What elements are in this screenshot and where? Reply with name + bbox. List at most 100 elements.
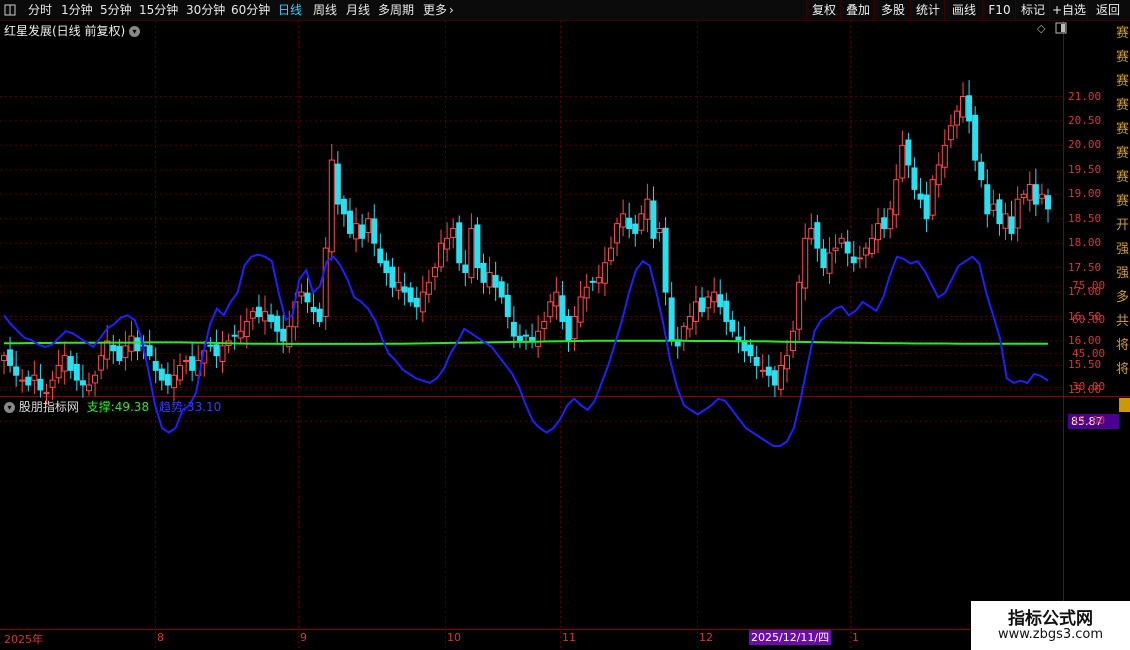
candle-body <box>85 384 92 392</box>
indicator-dropdown-icon[interactable]: ▾ <box>4 402 15 413</box>
trend-label: 趋势: <box>158 400 187 414</box>
price-tick: 18.00 <box>1068 236 1102 250</box>
chart-canvas[interactable] <box>0 21 1130 650</box>
candle-body <box>705 296 712 309</box>
candle-body <box>231 334 238 337</box>
date-tick: 8 <box>157 631 164 644</box>
candle-body <box>826 252 833 274</box>
candle-body <box>365 218 372 233</box>
period-tab-9[interactable]: 多周期 <box>378 0 414 20</box>
period-tab-0[interactable]: 分时 <box>28 0 52 20</box>
period-tab-10[interactable]: 更多 <box>423 0 447 20</box>
candle-body <box>832 247 839 252</box>
period-tab-7[interactable]: 周线 <box>313 0 337 20</box>
menu-item-1[interactable]: 叠加 <box>840 0 875 20</box>
candle-body <box>686 316 693 330</box>
candle-body <box>808 228 815 240</box>
candle-body <box>935 164 942 186</box>
candle-body <box>510 321 517 337</box>
candle-body <box>911 167 918 190</box>
candle-body <box>1002 213 1009 229</box>
cursor-date-label: 2025/12/11/四 <box>749 630 832 645</box>
window-icon[interactable] <box>4 0 16 20</box>
menu-item-3[interactable]: 统计 <box>910 0 945 20</box>
candle-body <box>887 208 894 230</box>
candle-body <box>98 355 105 371</box>
menu-item-8[interactable]: 返回 <box>1087 0 1128 20</box>
candle-body <box>170 374 177 389</box>
period-tab-2[interactable]: 5分钟 <box>100 0 132 20</box>
candle-body <box>875 223 882 241</box>
more-chevron-icon: › <box>449 3 454 17</box>
menu-item-6[interactable]: 标记 <box>1015 0 1050 20</box>
candle-body <box>122 345 129 358</box>
candle-body <box>614 223 621 244</box>
trend-line <box>3 253 1049 447</box>
price-tick: 20.50 <box>1068 113 1102 127</box>
candle-body <box>984 184 991 215</box>
candle-body <box>990 203 997 211</box>
diamond-icon[interactable]: ◇ <box>1037 22 1045 35</box>
candle-body <box>450 228 457 239</box>
candle-body <box>972 114 979 161</box>
candle-body <box>340 198 347 215</box>
candle-body <box>996 199 1003 225</box>
candle-body <box>966 95 973 122</box>
candle-body <box>1020 193 1027 199</box>
date-tick: 10 <box>447 631 461 644</box>
period-tab-5[interactable]: 60分钟 <box>231 0 270 20</box>
candle-body <box>571 316 578 340</box>
panel-expand-icon[interactable] <box>1055 22 1067 37</box>
side-stock-list[interactable]: 赛赛赛赛赛赛赛赛开强强多共将将 <box>1116 22 1130 394</box>
candle-body <box>146 345 153 357</box>
candle-body <box>268 314 275 322</box>
candle-body <box>723 300 730 322</box>
candle-body <box>765 366 772 376</box>
indicator-name: 股朋指标网 <box>18 400 79 414</box>
candle-body <box>304 292 311 303</box>
candle-body <box>61 355 68 372</box>
candle-body <box>213 344 220 357</box>
title-dropdown-icon[interactable]: ▾ <box>129 26 141 37</box>
period-tab-1[interactable]: 1分钟 <box>61 0 93 20</box>
period-tab-3[interactable]: 15分钟 <box>139 0 178 20</box>
menu-item-7[interactable]: +自选 <box>1049 0 1088 20</box>
price-panel-title: 红星发展(日线 前复权) ▾ <box>4 22 141 39</box>
candle-body <box>850 256 857 264</box>
candle-body <box>638 213 645 231</box>
price-tick: 15.50 <box>1068 358 1102 372</box>
candle-body <box>583 286 590 299</box>
candle-body <box>92 374 99 384</box>
menu-item-0[interactable]: 复权 <box>806 0 841 20</box>
candle-body <box>838 237 845 244</box>
candle-body <box>298 291 305 297</box>
period-tab-8[interactable]: 月线 <box>346 0 370 20</box>
candle-body <box>431 267 438 278</box>
indicator-tick: 60.00 <box>1072 312 1106 326</box>
menu-item-2[interactable]: 多股 <box>874 0 911 20</box>
price-tick: 19.50 <box>1068 162 1102 176</box>
price-tick: 18.50 <box>1068 211 1102 225</box>
candle-body <box>784 355 790 370</box>
candle-body <box>383 260 390 274</box>
indicator-tick: 30.00 <box>1072 380 1106 394</box>
candle-body <box>359 224 366 239</box>
price-tick: 16.00 <box>1068 334 1102 347</box>
candle-body <box>73 363 80 381</box>
menu-item-4[interactable]: 画线 <box>944 0 983 20</box>
period-tab-6[interactable]: 日线 <box>278 0 302 20</box>
candle-body <box>243 320 250 337</box>
candle-body <box>529 337 536 342</box>
period-tab-4[interactable]: 30分钟 <box>186 0 225 20</box>
indicator-side-tab[interactable] <box>1119 398 1130 412</box>
price-tick: 19.00 <box>1068 187 1102 201</box>
candle-body <box>923 194 930 220</box>
date-tick: 2025年 <box>4 633 43 646</box>
candle-body <box>31 374 38 381</box>
date-tick: 11 <box>562 631 576 644</box>
candle-body <box>844 241 851 254</box>
menu-item-5[interactable]: F10 <box>982 0 1016 20</box>
candle-body <box>322 247 329 317</box>
candle-body <box>104 340 111 360</box>
candle-body <box>468 228 475 279</box>
